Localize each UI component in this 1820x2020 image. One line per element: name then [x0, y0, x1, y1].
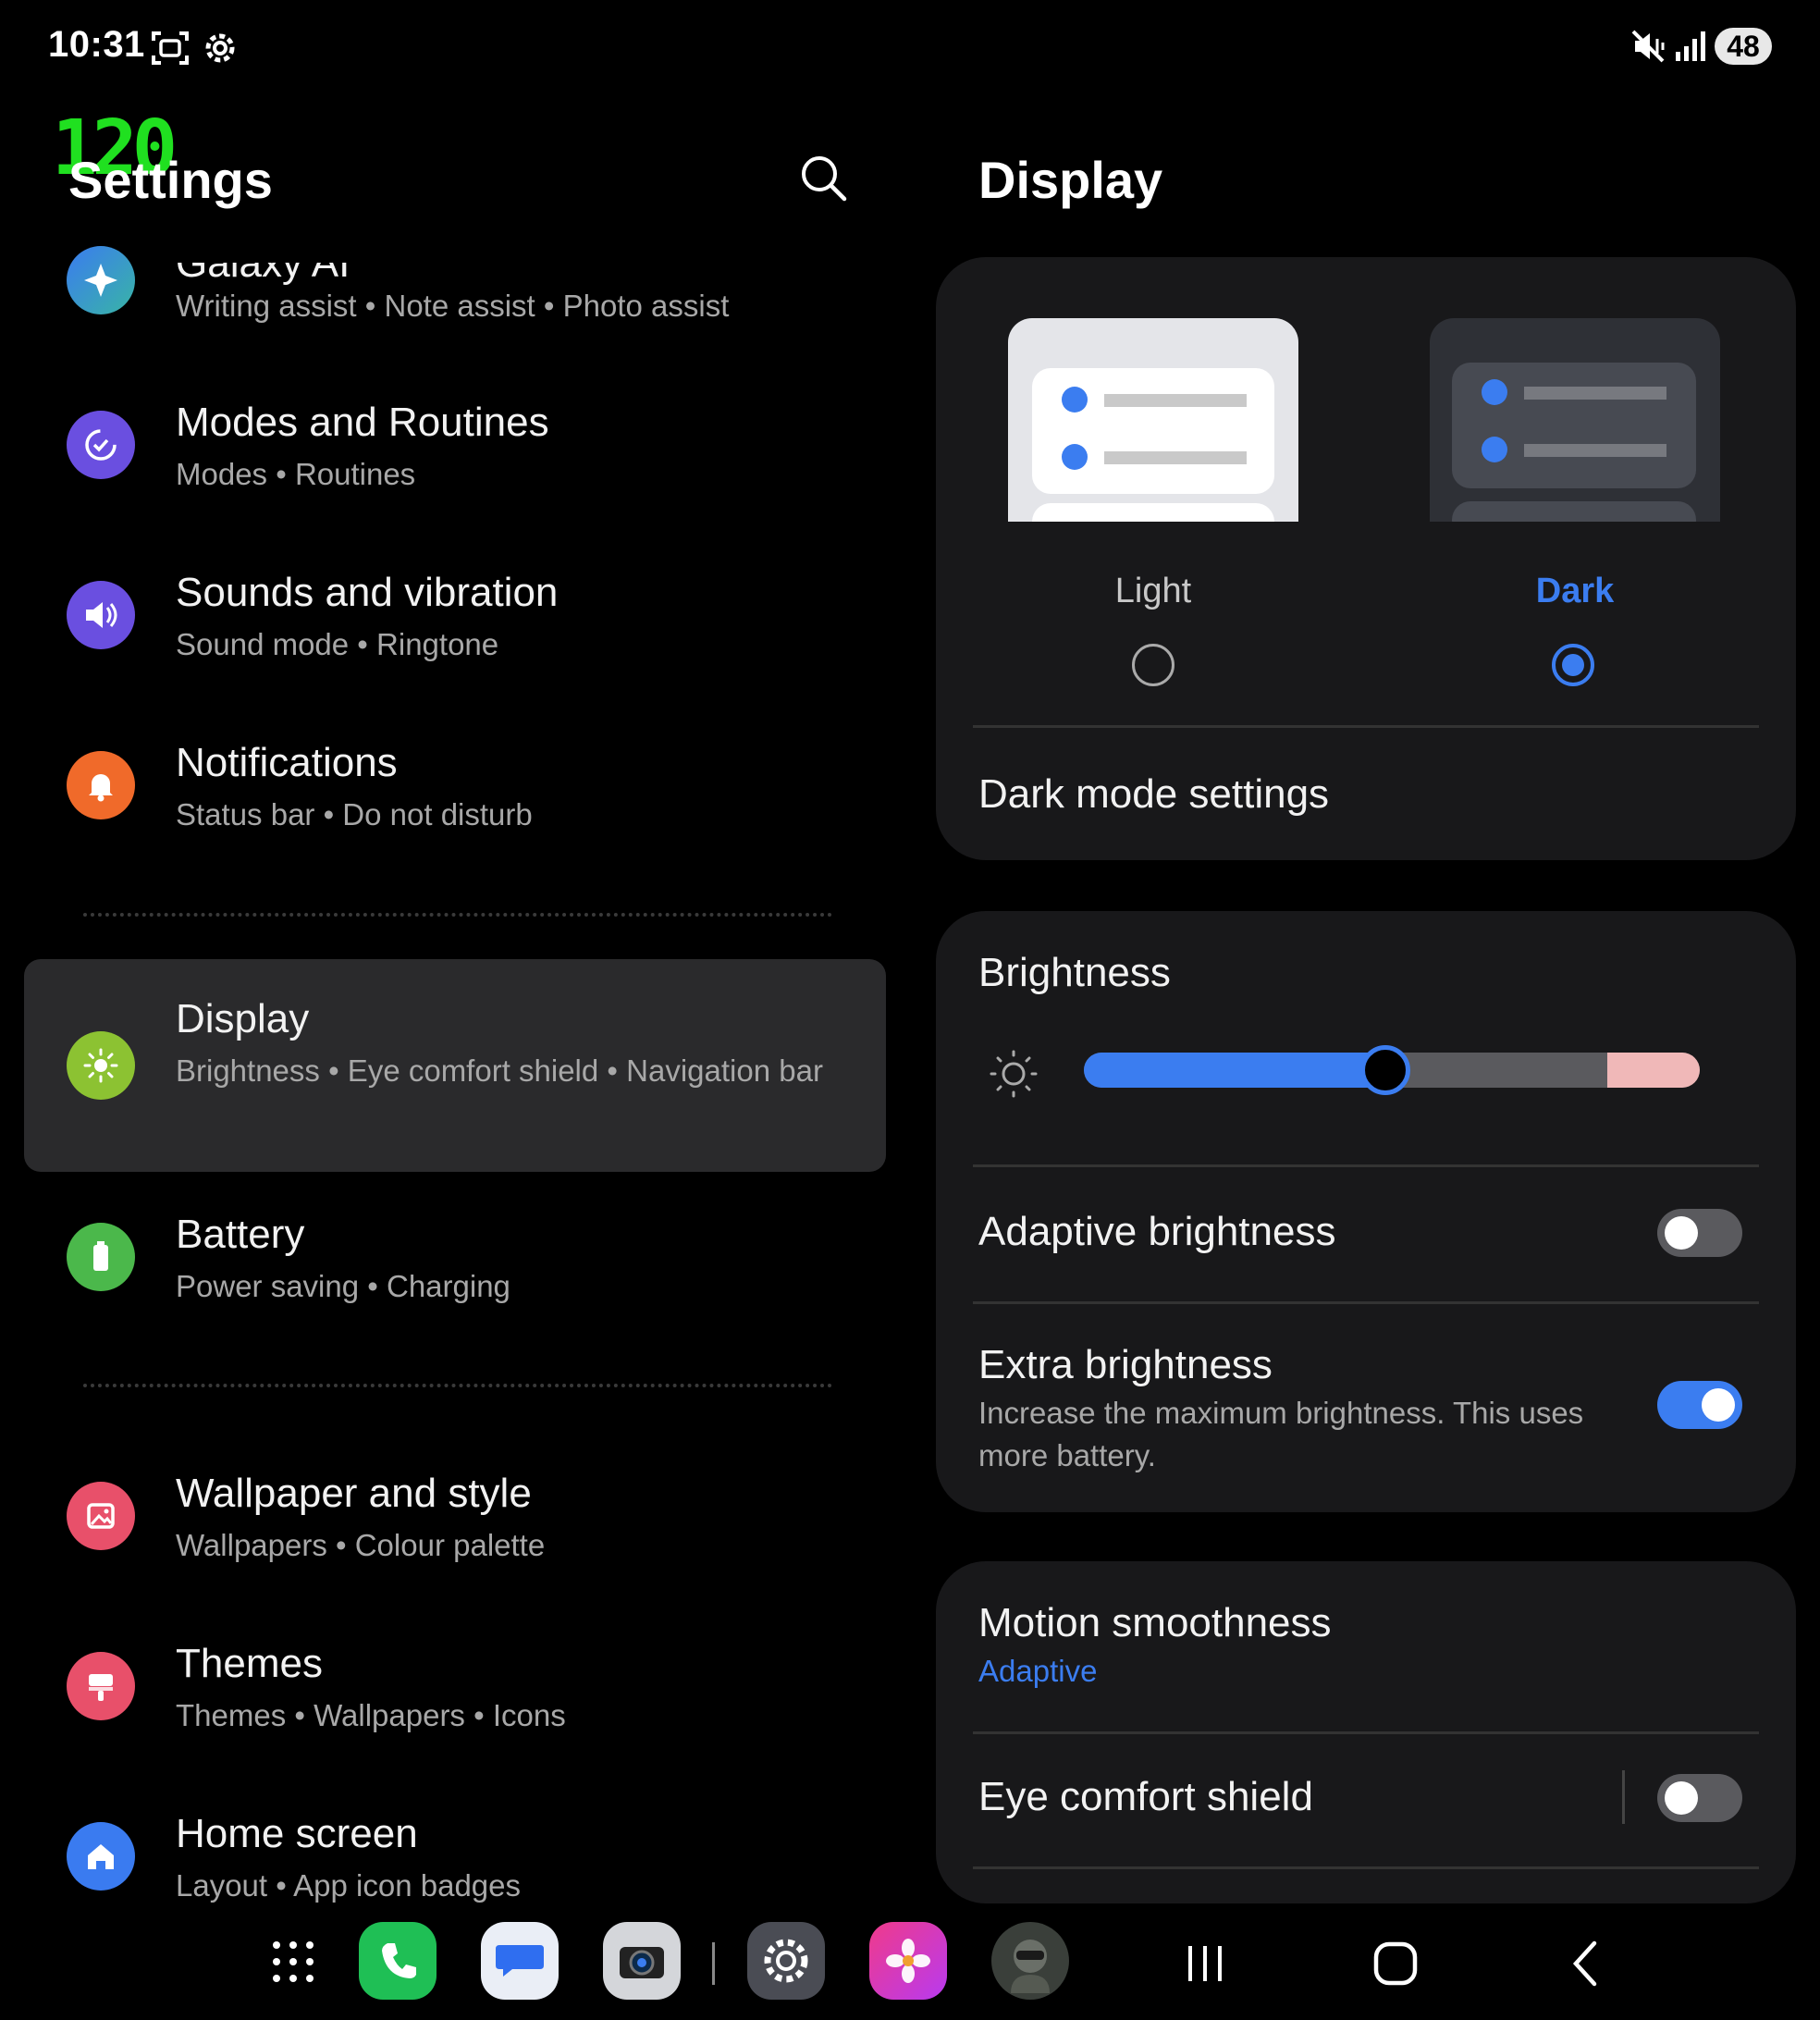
modes-routines-icon: [67, 411, 135, 479]
status-time: 10:31: [48, 24, 145, 65]
settings-item-notifications[interactable]: Notifications Status bar • Do not distur…: [24, 729, 886, 868]
motion-smoothness-value: Adaptive: [978, 1654, 1098, 1688]
dark-label: Dark: [1535, 572, 1615, 610]
recents-icon[interactable]: [1182, 1940, 1228, 1987]
brightness-card: Brightness Adaptive brightness Extra bri…: [936, 911, 1796, 1512]
sun-small-icon: [990, 1050, 1038, 1098]
phone-icon[interactable]: [359, 1922, 437, 2000]
home-nav-icon[interactable]: [1371, 1939, 1420, 1989]
dark-preview[interactable]: [1430, 318, 1720, 522]
light-radio[interactable]: [1132, 644, 1174, 686]
motion-smoothness-label[interactable]: Motion smoothness: [978, 1600, 1332, 1646]
battery-indicator: 48: [1715, 28, 1772, 65]
settings-item-wallpaper[interactable]: Wallpaper and style Wallpapers • Colour …: [24, 1469, 886, 1607]
bell-icon: [67, 751, 135, 819]
back-icon[interactable]: [1563, 1939, 1609, 1989]
card-divider: [973, 1866, 1759, 1869]
game-icon[interactable]: [991, 1922, 1069, 2000]
settings-item-sounds[interactable]: Sounds and vibration Sound mode • Ringto…: [24, 559, 886, 697]
extra-brightness-toggle[interactable]: [1657, 1381, 1742, 1429]
gallery-icon[interactable]: [869, 1922, 947, 2000]
settings-item-battery[interactable]: Battery Power saving • Charging: [24, 1210, 886, 1349]
theme-card: Light Dark Dark mode settings: [936, 257, 1796, 860]
vertical-divider: [1622, 1770, 1625, 1824]
eye-comfort-toggle[interactable]: [1657, 1774, 1742, 1822]
settings-gear-status-icon: [205, 33, 235, 63]
screenshot-icon: [152, 31, 189, 65]
adaptive-brightness-label: Adaptive brightness: [978, 1209, 1336, 1254]
motion-card: Motion smoothness Adaptive Eye comfort s…: [936, 1561, 1796, 1903]
search-icon[interactable]: [795, 150, 851, 205]
light-label: Light: [1114, 572, 1192, 610]
card-divider: [973, 1301, 1759, 1304]
settings-item-home-screen[interactable]: Home screen Layout • App icon badges: [24, 1809, 886, 1903]
dark-mode-settings[interactable]: Dark mode settings: [978, 771, 1329, 818]
galaxy-ai-icon: [67, 246, 135, 314]
brightness-slider[interactable]: [1084, 1045, 1700, 1095]
mute-vibrate-icon: [1631, 30, 1665, 63]
dark-radio[interactable]: [1552, 644, 1594, 686]
camera-icon[interactable]: [603, 1922, 681, 2000]
group-divider: [83, 1384, 832, 1387]
settings-item-themes[interactable]: Themes Themes • Wallpapers • Icons: [24, 1639, 886, 1778]
brightness-thumb[interactable]: [1360, 1045, 1411, 1095]
settings-item-display[interactable]: Display Brightness • Eye comfort shield …: [24, 959, 886, 1172]
home-icon: [67, 1822, 135, 1891]
speaker-icon: [67, 581, 135, 649]
card-divider: [973, 1164, 1759, 1167]
display-title: Display: [978, 151, 1163, 209]
card-divider: [973, 1731, 1759, 1734]
themes-icon: [67, 1652, 135, 1720]
dock-divider: [712, 1942, 715, 1985]
brightness-label: Brightness: [978, 950, 1171, 995]
adaptive-brightness-toggle[interactable]: [1657, 1209, 1742, 1257]
card-divider: [973, 725, 1759, 728]
signal-icon: [1676, 31, 1705, 61]
extra-brightness-label: Extra brightness: [978, 1342, 1273, 1387]
apps-grid-icon[interactable]: [270, 1939, 316, 1985]
battery-icon: [67, 1223, 135, 1291]
group-divider: [83, 913, 832, 917]
settings-icon[interactable]: [747, 1922, 825, 2000]
settings-title: Settings: [68, 151, 273, 209]
eye-comfort-label[interactable]: Eye comfort shield: [978, 1774, 1313, 1820]
extra-brightness-description: Increase the maximum brightness. This us…: [978, 1396, 1584, 1472]
messages-icon[interactable]: [481, 1922, 559, 2000]
settings-item-modes-routines[interactable]: Modes and Routines Modes • Routines: [24, 388, 886, 527]
wallpaper-icon: [67, 1482, 135, 1550]
light-preview[interactable]: [1008, 318, 1298, 522]
sun-icon: [67, 1031, 135, 1100]
